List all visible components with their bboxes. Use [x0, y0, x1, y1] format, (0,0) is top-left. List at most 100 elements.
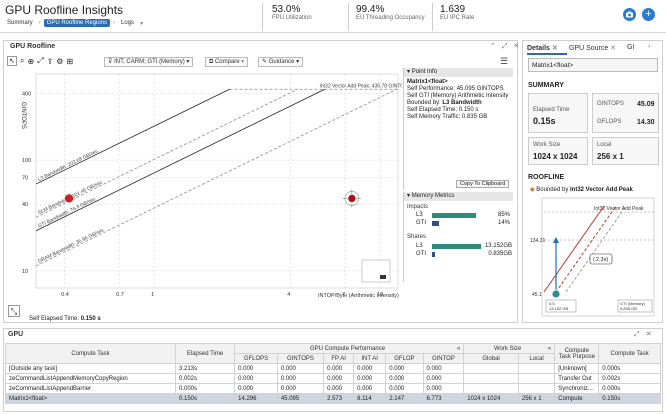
- share-l3-label: L3: [416, 243, 423, 249]
- col-gflop[interactable]: GFLOP: [385, 353, 424, 364]
- close-icon: ✕: [610, 45, 617, 52]
- guidance-dropdown[interactable]: ✎ Guidance ▾: [258, 57, 304, 67]
- panel-controls: ⌃ ⤢ ✕: [490, 42, 519, 51]
- col-gintop[interactable]: GINTOP: [422, 353, 465, 364]
- compare-dropdown[interactable]: ⧉ Compare ▾: [205, 57, 248, 67]
- breadcrumb: Summary › GPU Roofline Regions › Logs ▾: [4, 19, 143, 27]
- mini-y-top: 134.31: [530, 238, 546, 244]
- maximize-icon[interactable]: ⤢: [502, 43, 508, 50]
- tab-gpu-source[interactable]: GPU Source ✕: [569, 44, 616, 54]
- table-cell: 0.000: [422, 373, 465, 384]
- col-compute-task-time[interactable]: Compute Task: [598, 343, 661, 364]
- table-row[interactable]: [Outside any task] 3.213s 0.000 0.000 0.000 0…: [5, 363, 661, 374]
- filter-dropdown[interactable]: ⊽ INT; CARM; GTI (Memory) ▾: [104, 57, 194, 67]
- col-compute-task-purpose[interactable]: Compute Task Purpose: [554, 343, 600, 364]
- data-point[interactable]: [347, 194, 357, 203]
- point-info-line: Self Memory Traffic: 0.835 GB: [407, 114, 488, 120]
- table-cell: 6.773: [422, 393, 465, 404]
- table-cell: [463, 363, 519, 374]
- zoom-icon[interactable]: ⌕: [20, 56, 24, 66]
- table-cell: 0.000: [276, 373, 325, 384]
- guidance-icon: ✎: [262, 59, 269, 65]
- memory-metrics-header[interactable]: ▾ Memory Metrics: [404, 192, 513, 201]
- y-tick-label: 40: [22, 202, 28, 208]
- y-tick-label: 10: [22, 269, 28, 275]
- roofline-label: ROOFLINE: [528, 174, 565, 181]
- col-gintops[interactable]: GINTOPS: [276, 353, 325, 364]
- breadcrumb-summary[interactable]: Summary: [4, 19, 36, 27]
- col-fp-ai[interactable]: FP AI: [323, 353, 355, 364]
- close-icon[interactable]: ✕: [513, 43, 519, 50]
- metric-eu-threading-occupancy: 99.4% EU Threading Occupancy: [356, 4, 425, 21]
- col-elapsed-time[interactable]: Elapsed Time: [174, 343, 236, 364]
- breadcrumb-logs[interactable]: Logs: [118, 19, 137, 27]
- impact-gti-value: 14%: [497, 220, 510, 226]
- active-tab-indicator: [527, 53, 567, 55]
- gpu-table-body: [Outside any task] 3.213s 0.000 0.000 0.000 0…: [5, 363, 661, 404]
- table-cell: 256 x 1: [517, 393, 556, 404]
- collapse-group-icon[interactable]: «: [457, 346, 460, 352]
- table-row[interactable]: Matrix1<float> 0.150s 14.296 45.095 2.573 8.1…: [5, 393, 661, 404]
- collapse-group-icon[interactable]: «: [548, 346, 551, 352]
- y-axis-label: GINTOPS: [20, 102, 26, 129]
- add-icon[interactable]: +: [642, 8, 655, 21]
- table-cell: [517, 373, 556, 384]
- table-cell: 0.000: [422, 363, 465, 374]
- selected-item-field[interactable]: Matrix1<float>: [528, 58, 658, 72]
- col-global[interactable]: Global: [463, 353, 519, 364]
- table-cell: 0.000: [353, 363, 387, 374]
- fit-icon[interactable]: ⤢: [37, 56, 43, 66]
- point-info-header[interactable]: ▾ Point Info: [404, 68, 513, 77]
- col-int-ai[interactable]: INT AI: [353, 353, 387, 364]
- close-icon[interactable]: ✕: [646, 331, 652, 338]
- share-gti-value: 0.835GB: [488, 251, 512, 257]
- table-row[interactable]: zeCommandListAppendBarrier 0.000s 0.000 0.0…: [5, 383, 661, 394]
- copy-to-clipboard-button[interactable]: Copy To Clipboard: [456, 180, 510, 188]
- svg-text:0.835 GB: 0.835 GB: [620, 306, 637, 311]
- mini-y-bottom: 45.1: [532, 292, 542, 298]
- share-l3-value: 13.152GB: [484, 243, 512, 249]
- mini-roofline-chart: Int32 Vector Add Peak 134.31 45.1 ( 2.3x…: [530, 197, 655, 317]
- x-tick-label: 0.7: [116, 292, 124, 298]
- col-compute-task[interactable]: Compute Task: [5, 343, 176, 364]
- more-tabs-icon[interactable]: ›: [648, 43, 650, 50]
- table-row[interactable]: zeCommandListAppendMemoryCopyRegion 0.002…: [5, 373, 661, 384]
- settings-icon[interactable]: ⚙: [56, 57, 63, 66]
- export-icon[interactable]: ⇪: [47, 57, 54, 66]
- mini-point[interactable]: [551, 289, 561, 299]
- point-info-line: Bounded by: L3 Bandwidth: [407, 100, 482, 106]
- close-icon: ✕: [551, 45, 558, 52]
- dropdown-arrow-icon[interactable]: ▾: [140, 20, 143, 27]
- breadcrumb-gpu-roofline-regions[interactable]: GPU Roofline Regions: [43, 19, 111, 27]
- select-tool-icon[interactable]: ↖: [7, 56, 17, 66]
- header-divider: [348, 3, 349, 31]
- x-tick-label: 0.4: [61, 292, 69, 298]
- impact-gti-bar: [432, 221, 440, 226]
- x-tick-label: 4: [287, 292, 290, 298]
- plot-area: [35, 73, 399, 289]
- data-point[interactable]: [64, 193, 74, 204]
- table-cell: 0.150s: [598, 393, 661, 404]
- point-info-name: Matrix1<float>: [407, 79, 448, 85]
- breadcrumb-separator-icon: ›: [113, 20, 116, 26]
- view-icon[interactable]: ⊞: [66, 57, 73, 66]
- pan-icon[interactable]: ⊕: [27, 57, 34, 66]
- y-tick-label: 70: [22, 175, 28, 181]
- col-gflops[interactable]: GFLOPS: [234, 353, 278, 364]
- roofline-panel-title: GPU Roofline: [10, 43, 56, 50]
- tab-gi[interactable]: GI: [627, 44, 634, 54]
- roof-label: Int32 Vector Add Peak: 436.78 GINTOPS: [319, 83, 402, 89]
- collapse-icon[interactable]: ⌃: [490, 43, 496, 50]
- reset-zoom-icon[interactable]: ⤡: [8, 305, 20, 317]
- elapsed-time-box: Elapsed Time 0.15s: [528, 93, 588, 133]
- table-cell: 45.095: [276, 393, 325, 404]
- panel-menu-icon[interactable]: ☰: [500, 56, 508, 67]
- table-cell: zeCommandListAppendMemoryCopyRegion: [5, 373, 176, 384]
- col-local[interactable]: Local: [517, 353, 556, 364]
- header-divider: [262, 3, 263, 31]
- self-elapsed-time: Self Elapsed Time: 0.150 s: [29, 316, 101, 322]
- table-cell: [463, 383, 519, 394]
- maximize-icon[interactable]: ⤢: [634, 331, 640, 338]
- point-info-panel: ▾ Point Info Matrix1<float> Self Perform…: [403, 68, 513, 190]
- camera-icon[interactable]: [623, 8, 636, 21]
